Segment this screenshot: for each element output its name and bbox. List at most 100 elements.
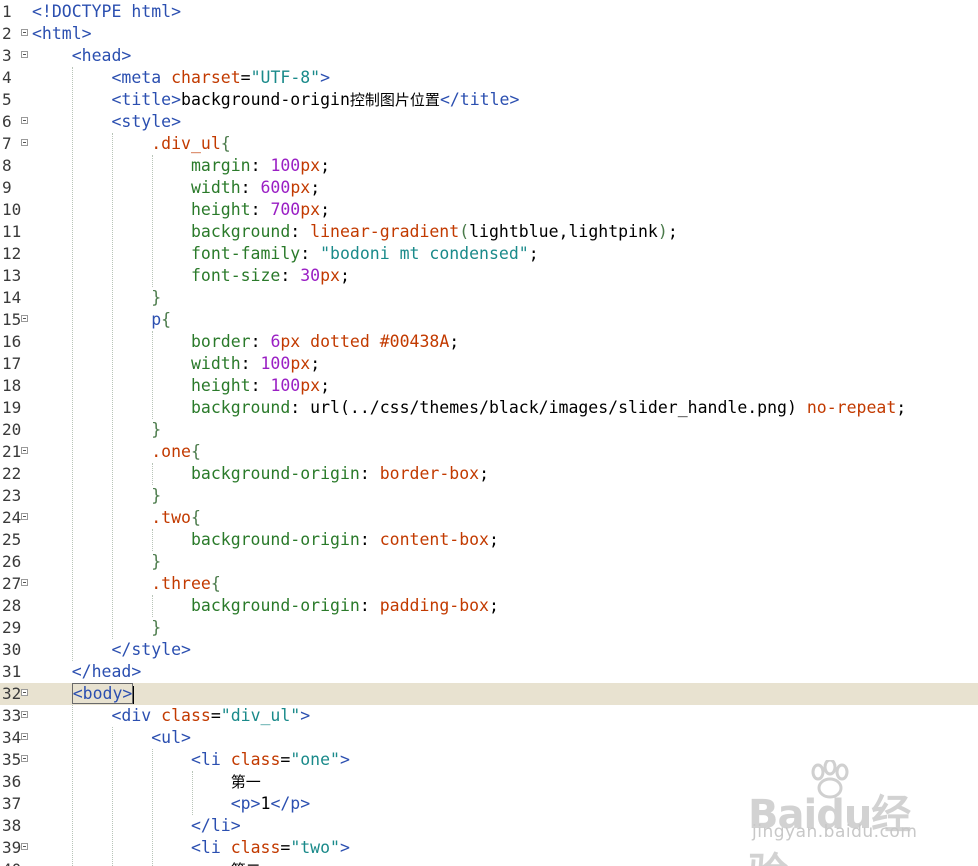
code-line[interactable]: 28 background-origin: padding-box; <box>0 595 978 617</box>
code-line[interactable]: 10 height: 700px; <box>0 199 978 221</box>
code-line[interactable]: 33 <div class="div_ul"> <box>0 705 978 727</box>
code-line[interactable]: 15 p{ <box>0 309 978 331</box>
fold-toggle-icon[interactable] <box>21 843 28 850</box>
code-token: linear-gradient <box>310 222 460 241</box>
code-token: charset <box>171 68 241 87</box>
line-number: 23 <box>2 486 22 505</box>
code-line[interactable]: 19 background: url(../css/themes/black/i… <box>0 397 978 419</box>
code-line[interactable]: 34 <ul> <box>0 727 978 749</box>
line-number: 7 <box>2 134 12 153</box>
code-line[interactable]: 35 <li class="one"> <box>0 749 978 771</box>
line-number: 11 <box>2 222 22 241</box>
code-line[interactable]: 29 } <box>0 617 978 639</box>
code-text: .three{ <box>32 573 221 595</box>
code-token: : <box>240 354 261 373</box>
code-token: <li <box>190 750 231 769</box>
code-line[interactable]: 6 <style> <box>0 111 978 133</box>
code-token: } <box>151 420 162 439</box>
code-line[interactable]: 4 <meta charset="UTF-8"> <box>0 67 978 89</box>
fold-toggle-icon[interactable] <box>21 579 28 586</box>
code-line[interactable]: 37 <p>1</p> <box>0 793 978 815</box>
code-text: <style> <box>32 111 181 133</box>
line-number: 26 <box>2 552 22 571</box>
line-number: 27 <box>2 574 22 593</box>
fold-toggle-icon[interactable] <box>21 733 28 740</box>
code-line[interactable]: 12 font-family: "bodoni mt condensed"; <box>0 243 978 265</box>
fold-toggle-icon[interactable] <box>21 513 28 520</box>
code-line[interactable]: 23 } <box>0 485 978 507</box>
code-token: : <box>240 178 261 197</box>
code-line[interactable]: 14 } <box>0 287 978 309</box>
code-line[interactable]: 39 <li class="two"> <box>0 837 978 859</box>
code-line[interactable]: 18 height: 100px; <box>0 375 978 397</box>
code-line[interactable]: 24 .two{ <box>0 507 978 529</box>
code-editor[interactable]: 1 <!DOCTYPE html> 2 <html> 3 <head> 4 <meta c… <box>0 0 978 866</box>
fold-toggle-icon[interactable] <box>21 315 28 322</box>
line-number: 30 <box>2 640 22 659</box>
fold-toggle-icon[interactable] <box>21 755 28 762</box>
code-token: </li> <box>190 816 241 835</box>
code-line[interactable]: 3 <head> <box>0 45 978 67</box>
fold-toggle-icon[interactable] <box>21 51 28 58</box>
code-text: p{ <box>32 309 171 331</box>
code-line[interactable]: 7 .div_ul{ <box>0 133 978 155</box>
code-line[interactable]: 16 border: 6px dotted #00438A; <box>0 331 978 353</box>
code-line[interactable]: 21 .one{ <box>0 441 978 463</box>
fold-toggle-icon[interactable] <box>21 689 28 696</box>
code-text: .div_ul{ <box>32 133 230 155</box>
fold-toggle-icon[interactable] <box>21 139 28 146</box>
code-token: "div_ul" <box>220 706 301 725</box>
code-line[interactable]: 25 background-origin: content-box; <box>0 529 978 551</box>
code-line[interactable]: 26 } <box>0 551 978 573</box>
code-text: width: 600px; <box>32 177 320 199</box>
code-line[interactable]: 40 第二 <box>0 859 978 866</box>
code-line[interactable]: 8 margin: 100px; <box>0 155 978 177</box>
code-token: > <box>339 838 350 857</box>
fold-toggle-icon[interactable] <box>21 117 28 124</box>
code-line[interactable]: 5 <title>background-origin控制图片位置</title> <box>0 89 978 111</box>
code-line[interactable]: 13 font-size: 30px; <box>0 265 978 287</box>
code-text: <body> <box>32 683 135 705</box>
code-token: margin <box>190 156 251 175</box>
code-text: <ul> <box>32 727 191 749</box>
line-number: 20 <box>2 420 22 439</box>
fold-toggle-icon[interactable] <box>21 29 28 36</box>
code-text: } <box>32 551 161 573</box>
code-token: background-origin <box>190 530 360 549</box>
code-line[interactable]: 38 </li> <box>0 815 978 837</box>
code-line[interactable]: 31 </head> <box>0 661 978 683</box>
line-number: 3 <box>2 46 12 65</box>
code-token: <title> <box>111 90 182 109</box>
code-line[interactable]: 36 第一 <box>0 771 978 793</box>
code-token: : <box>250 156 271 175</box>
code-line[interactable]: 27 .three{ <box>0 573 978 595</box>
code-token: <li <box>190 838 231 857</box>
code-line[interactable]: 2 <html> <box>0 23 978 45</box>
fold-toggle-icon[interactable] <box>21 447 28 454</box>
code-line[interactable]: 11 background: linear-gradient(lightblue… <box>0 221 978 243</box>
code-line[interactable]: 22 background-origin: border-box; <box>0 463 978 485</box>
fold-toggle-icon[interactable] <box>21 711 28 718</box>
code-line[interactable]: 30 </style> <box>0 639 978 661</box>
line-number: 19 <box>2 398 22 417</box>
line-number: 15 <box>2 310 22 329</box>
line-number: 29 <box>2 618 22 637</box>
code-line[interactable]: 9 width: 600px; <box>0 177 978 199</box>
code-line[interactable]: 17 width: 100px; <box>0 353 978 375</box>
code-line[interactable]: 1 <!DOCTYPE html> <box>0 1 978 23</box>
code-text: </style> <box>32 639 190 661</box>
code-token: padding-box <box>379 596 489 615</box>
code-line-current[interactable]: 32 <body> <box>0 683 978 705</box>
code-line[interactable]: 20 } <box>0 419 978 441</box>
code-text: } <box>32 617 161 639</box>
code-token: </p> <box>270 794 311 813</box>
